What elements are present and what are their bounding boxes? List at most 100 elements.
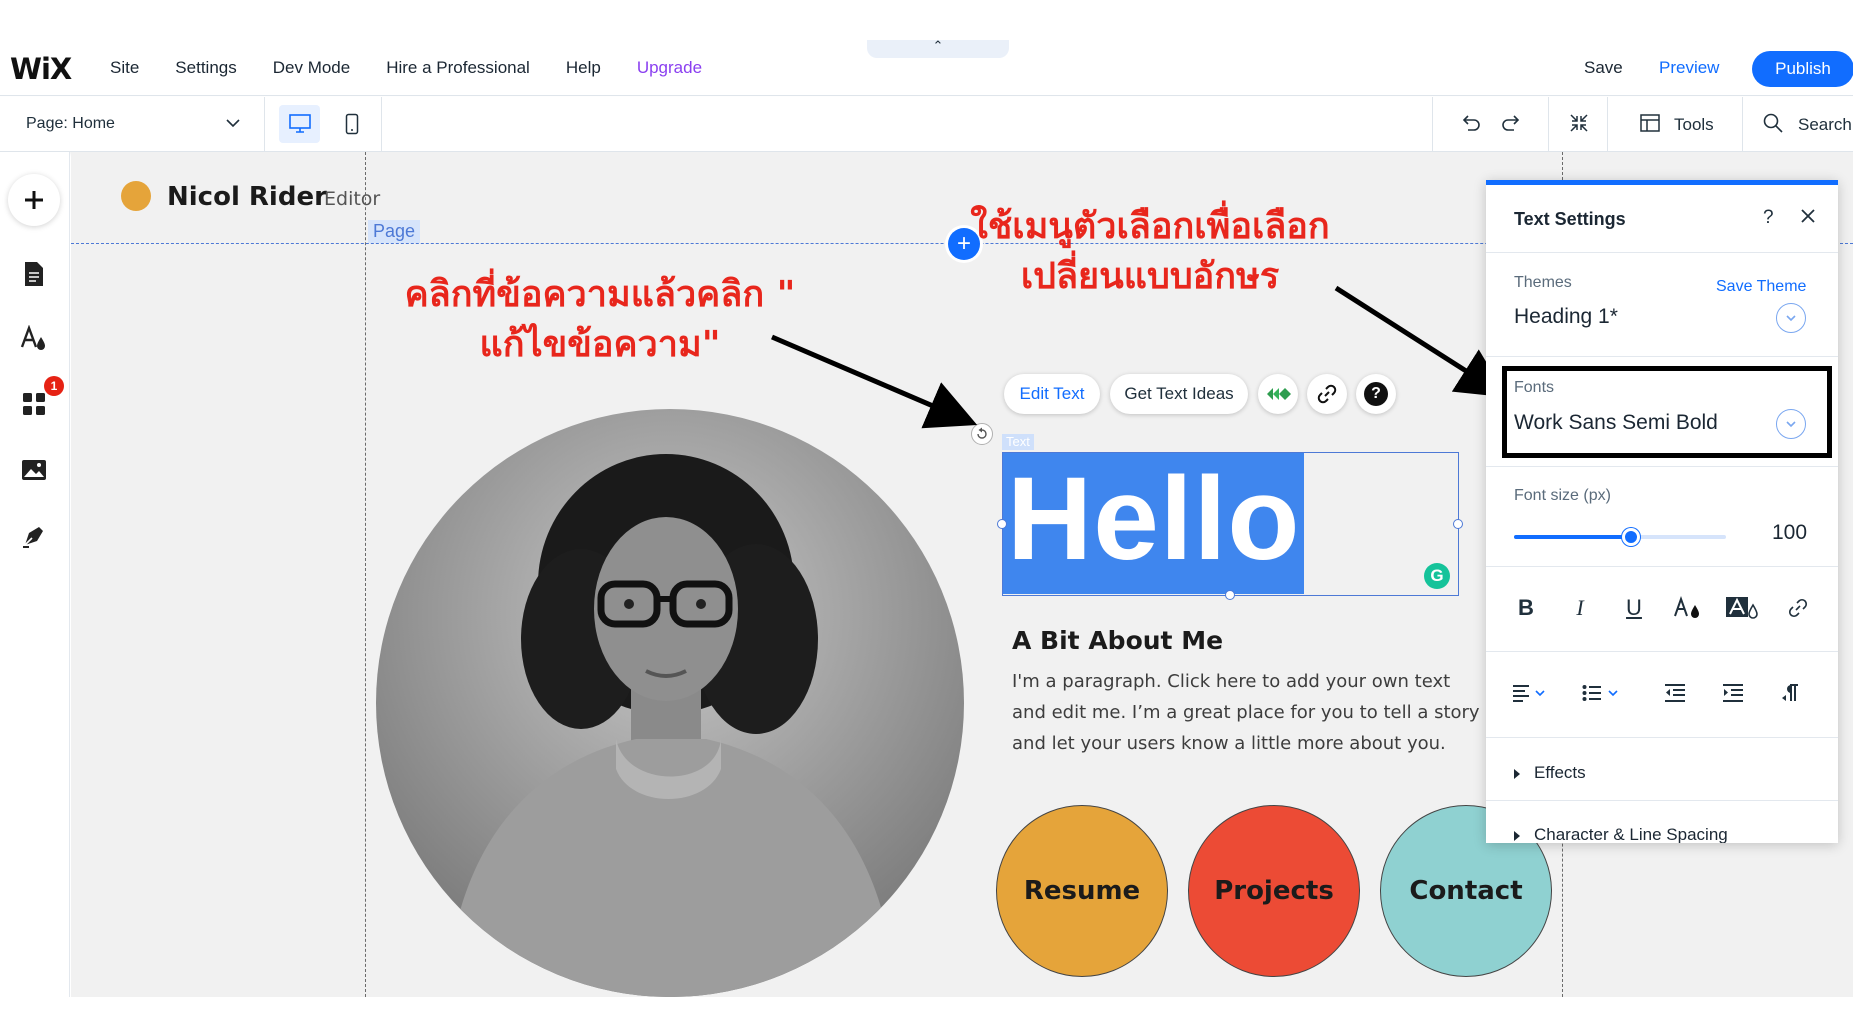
caret-right-icon [1514,768,1520,779]
highlight-color-button[interactable] [1724,590,1760,626]
get-text-ideas-button[interactable]: Get Text Ideas [1110,374,1248,414]
theme-dropdown-value[interactable]: Heading 1* [1514,305,1618,329]
italic-button[interactable]: I [1562,590,1598,626]
nav-hire-professional[interactable]: Hire a Professional [386,58,530,78]
media-icon [22,460,46,480]
selected-text-element[interactable]: Hello [997,449,1463,600]
page-selector-value: Home [72,115,115,132]
animation-button[interactable] [1258,374,1298,414]
nav-upgrade[interactable]: Upgrade [637,58,702,78]
desktop-view-button[interactable] [279,105,320,143]
bullet-list-icon [1582,685,1618,701]
left-rail: 1 [0,152,70,997]
desktop-icon [288,114,311,133]
save-button[interactable]: Save [1584,58,1623,78]
nav-site[interactable]: Site [110,58,139,78]
wix-logo[interactable]: WiX [10,52,72,86]
decrease-indent-button[interactable] [1664,675,1686,711]
add-elements-button[interactable] [8,174,60,226]
wix-editor: ⌃ WiX Site Settings Dev Mode Hire a Prof… [0,0,1853,1035]
site-design-button[interactable] [20,324,48,352]
chevron-up-icon: ⌃ [932,38,944,53]
animation-icon [1267,388,1291,400]
annotation-edit-text: คลิกที่ข้อความแล้วคลิก " แก้ไขข้อความ" [404,274,796,365]
font-size-slider-fill [1514,535,1631,539]
bullet-list-dropdown[interactable] [1582,675,1622,711]
pages-menu-button[interactable] [20,260,48,288]
panel-title: Text Settings [1514,209,1626,229]
theme-dropdown-toggle[interactable] [1776,303,1806,333]
highlight-icon [1726,597,1758,619]
about-title[interactable]: A Bit About Me [1012,626,1223,655]
element-help-button[interactable]: ? [1356,374,1396,414]
divider [1486,800,1838,801]
bold-button[interactable]: B [1508,590,1544,626]
preview-button[interactable]: Preview [1659,58,1719,78]
mobile-view-button[interactable] [337,105,367,143]
indent-icon [1723,684,1743,702]
tools-icon[interactable] [1638,111,1662,135]
annotation-change-font: ใช้เมนูตัวเลือกเพื่อเลือก เปลี่ยนแบบอักษ… [970,206,1330,297]
font-size-value[interactable]: 100 [1772,521,1807,545]
apps-button[interactable] [20,390,48,418]
divider [1486,651,1838,652]
increase-indent-button[interactable] [1722,675,1744,711]
search-icon[interactable] [1761,111,1785,135]
resume-button[interactable]: Resume [996,805,1168,977]
fonts-label: Fonts [1514,379,1555,396]
text-link-button[interactable] [1780,590,1816,626]
nav-help[interactable]: Help [566,58,601,78]
page-selector[interactable]: Page: Home [26,115,115,133]
character-spacing-label: Character & Line Spacing [1534,825,1728,843]
save-theme-link[interactable]: Save Theme [1716,278,1806,296]
site-role[interactable]: Editor [324,188,380,210]
font-size-slider[interactable] [1514,535,1726,539]
nav-dev-mode[interactable]: Dev Mode [273,58,350,78]
divider [1486,466,1838,467]
panel-help-button[interactable]: ? [1763,207,1774,229]
grammarly-icon[interactable]: G [1424,563,1450,589]
text-color-icon [1674,596,1699,618]
resize-handle-bottom[interactable] [1225,590,1235,600]
media-button[interactable] [20,456,48,484]
projects-button[interactable]: Projects [1188,805,1360,977]
font-dropdown-value[interactable]: Work Sans Semi Bold [1514,411,1718,435]
redo-icon[interactable] [1499,111,1523,135]
profile-photo[interactable] [376,409,964,997]
text-align-dropdown[interactable] [1512,675,1550,711]
undo-icon[interactable] [1459,111,1483,135]
page-section-tag: Page [368,220,421,243]
effects-section-toggle[interactable]: Effects [1514,763,1586,783]
font-size-slider-handle[interactable] [1621,528,1640,546]
resize-handle-right[interactable] [1453,519,1463,529]
apps-icon [23,393,45,415]
close-icon[interactable] [1797,205,1819,227]
outdent-icon [1665,684,1685,702]
brand-logo-dot[interactable] [121,181,151,211]
collapse-topbar-tab[interactable]: ⌃ [867,38,1009,58]
chevron-down-icon [1786,421,1796,428]
publish-button[interactable]: Publish [1752,51,1853,87]
text-settings-panel: Text Settings ? Themes Save Theme Headin… [1486,180,1838,843]
search-button[interactable]: Search [1798,115,1852,135]
text-direction-button[interactable] [1780,675,1800,711]
resize-handle-left[interactable] [997,519,1007,529]
edit-text-button[interactable]: Edit Text [1004,374,1100,414]
font-dropdown-toggle[interactable] [1776,409,1806,439]
tools-button[interactable]: Tools [1674,115,1714,135]
underline-button[interactable]: U [1616,590,1652,626]
divider [1486,356,1838,357]
text-color-button[interactable] [1670,590,1706,626]
chevron-down-icon[interactable] [224,114,242,132]
heading-text[interactable]: Hello [1007,449,1301,590]
about-paragraph[interactable]: I'm a paragraph. Click here to add your … [1012,666,1482,759]
blog-button[interactable] [20,522,48,550]
site-name[interactable]: Nicol Rider [167,182,327,212]
link-button[interactable] [1307,374,1347,414]
character-spacing-section-toggle[interactable]: Character & Line Spacing [1514,825,1728,843]
help-icon: ? [1364,382,1388,406]
zoom-out-icon[interactable] [1567,111,1591,135]
nav-settings[interactable]: Settings [175,58,236,78]
divider [381,97,382,152]
rotate-handle[interactable] [971,423,993,445]
